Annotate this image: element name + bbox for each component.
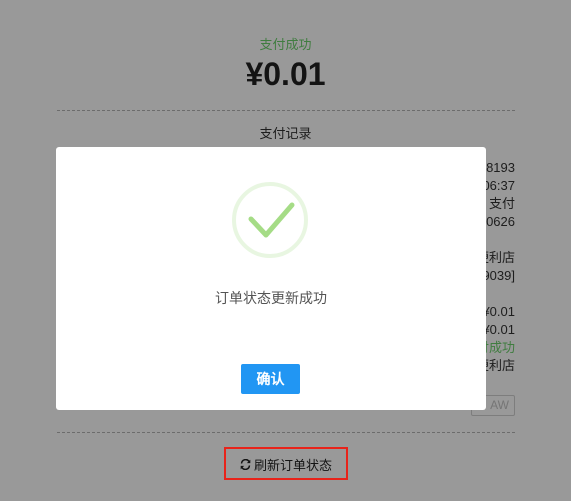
dialog-message: 订单状态更新成功 <box>215 291 327 307</box>
success-check-icon <box>232 182 308 258</box>
success-dialog: 订单状态更新成功 确认 <box>56 147 486 410</box>
confirm-button[interactable]: 确认 <box>241 364 300 394</box>
payment-result-page: 支付成功 ¥0.01 支付记录 8193 06:37 支付 0626 便利店 9… <box>0 0 571 501</box>
